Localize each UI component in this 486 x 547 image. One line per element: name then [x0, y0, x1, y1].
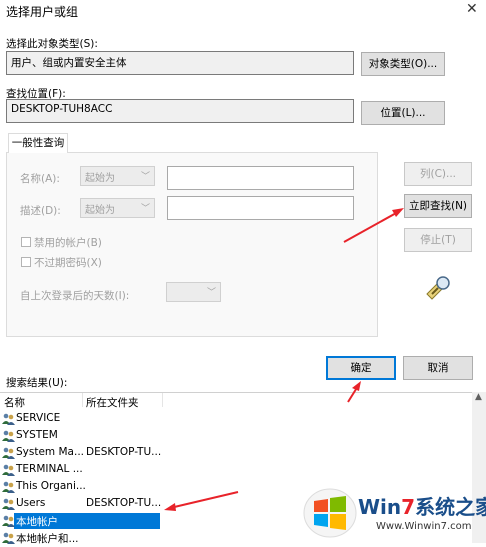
watermark-url: Www.Winwin7.com — [376, 521, 472, 532]
watermark-brand-a: Win — [358, 495, 402, 519]
annotation-arrows — [164, 208, 404, 511]
watermark-logo: Win7系统之家 Www.Winwin7.com — [300, 487, 486, 539]
watermark-brand-c: 系统之家 — [415, 495, 486, 519]
watermark-brand-b: 7 — [401, 495, 416, 519]
